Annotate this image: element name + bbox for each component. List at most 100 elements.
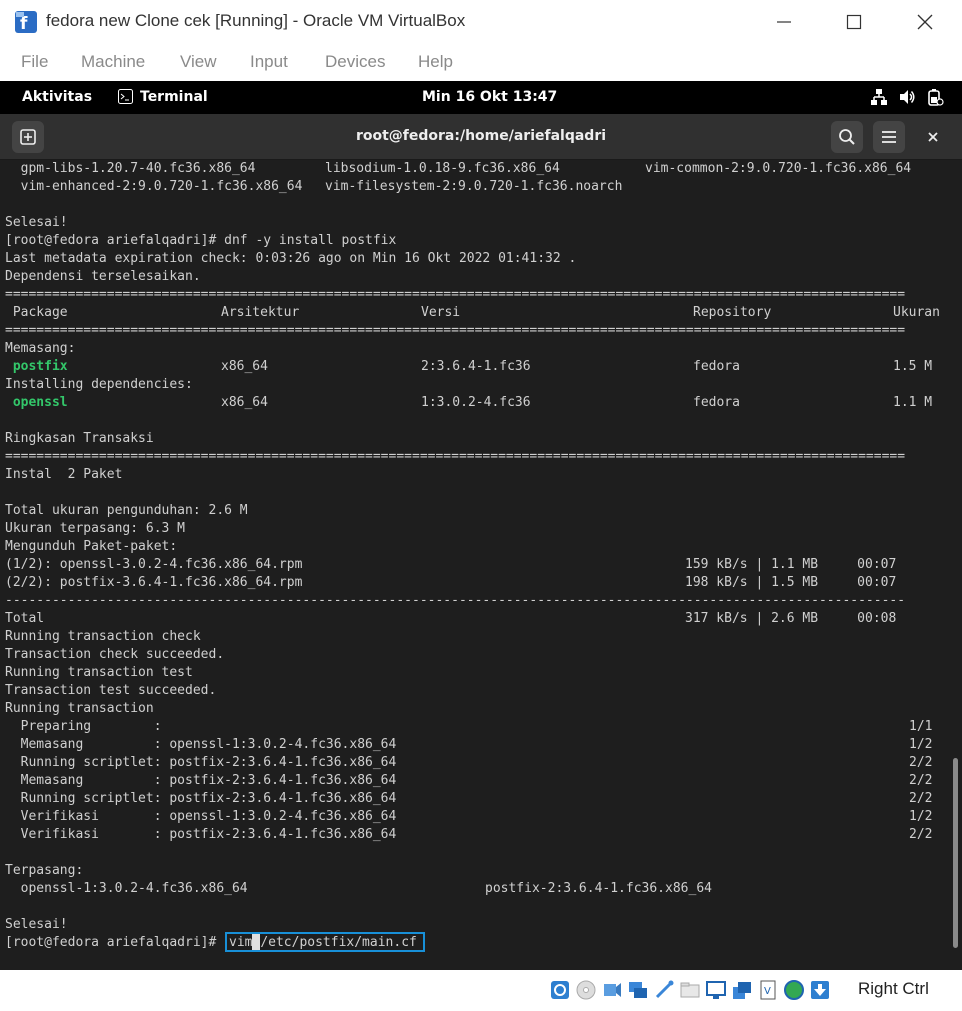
terminal-text: x86_64 xyxy=(221,359,268,374)
terminal-text: postfix xyxy=(5,359,68,374)
optical-drive-icon[interactable] xyxy=(574,978,598,1002)
terminal-text: Running transaction xyxy=(5,701,154,716)
hard-disk-icon[interactable] xyxy=(548,978,572,1002)
menu-help[interactable]: Help xyxy=(418,52,453,72)
minimize-button[interactable] xyxy=(761,6,807,38)
terminal-text: Repository xyxy=(693,305,772,320)
scrollbar-thumb[interactable] xyxy=(953,758,958,948)
terminal-text: [root@fedora ariefalqadri]# dnf -y insta… xyxy=(5,233,397,248)
menu-machine[interactable]: Machine xyxy=(81,52,145,72)
terminal-headerbar: root@fedora:/home/ariefalqadri xyxy=(0,114,962,160)
video-capture-icon[interactable] xyxy=(730,978,754,1002)
activities-button[interactable]: Aktivitas xyxy=(22,89,92,105)
menu-button[interactable] xyxy=(873,121,905,153)
shell-prompt: [root@fedora ariefalqadri]# xyxy=(5,935,225,950)
menu-file[interactable]: File xyxy=(21,52,48,72)
terminal-text: openssl xyxy=(5,395,68,410)
terminal-text: 2/2 xyxy=(909,755,933,770)
terminal-text: fedora xyxy=(693,359,740,374)
terminal-text: gpm-libs-1.20.7-40.fc36.x86_64 xyxy=(5,161,256,176)
volume-icon[interactable] xyxy=(898,88,916,110)
svg-text:V: V xyxy=(764,986,771,997)
terminal-text: 1:3.0.2-4.fc36 xyxy=(421,395,531,410)
window-title: fedora new Clone cek [Running] - Oracle … xyxy=(46,11,466,30)
shared-folders-icon[interactable] xyxy=(678,978,702,1002)
terminal-text: 1/1 xyxy=(909,719,933,734)
network-adapter-icon[interactable] xyxy=(626,978,650,1002)
mouse-integration-icon[interactable] xyxy=(782,978,806,1002)
terminal-text: x86_64 xyxy=(221,395,268,410)
virtualbox-app-icon: f xyxy=(14,10,38,34)
minimize-icon xyxy=(777,21,791,23)
terminal-text: ----------------------------------------… xyxy=(5,593,906,608)
vm-statusbar: V Right Ctrl xyxy=(0,970,962,1011)
app-menu-terminal[interactable]: Terminal xyxy=(140,89,208,105)
terminal-text: Dependensi terselesaikan. xyxy=(5,269,201,284)
window-titlebar: f fedora new Clone cek [Running] - Oracl… xyxy=(0,0,962,44)
usb-icon[interactable] xyxy=(652,978,676,1002)
terminal-text: Ukuran terpasang: 6.3 M xyxy=(5,521,186,536)
terminal-text: Total ukuran pengunduhan: 2.6 M xyxy=(5,503,248,518)
terminal-text: 2/2 xyxy=(909,827,933,842)
gnome-top-bar: Aktivitas Terminal Min 16 Okt 13:47 xyxy=(0,81,962,114)
terminal-text: Transaction test succeeded. xyxy=(5,683,217,698)
battery-icon[interactable] xyxy=(926,88,944,110)
menu-bar: File Machine View Input Devices Help xyxy=(0,44,962,82)
network-icon[interactable] xyxy=(870,88,888,110)
terminal-text: Memasang : postfix-2:3.6.4-1.fc36.x86_64 xyxy=(5,773,397,788)
terminal-text: (2/2): postfix-3.6.4-1.fc36.x86_64.rpm xyxy=(5,575,303,590)
close-icon xyxy=(928,132,938,142)
terminal-text: 2:3.6.4-1.fc36 xyxy=(421,359,531,374)
menu-view[interactable]: View xyxy=(180,52,217,72)
terminal-text: Mengunduh Paket-paket: xyxy=(5,539,178,554)
terminal-text: Transaction check succeeded. xyxy=(5,647,225,662)
terminal-text: 1.5 M xyxy=(893,359,933,374)
terminal-text: Terpasang: xyxy=(5,863,84,878)
terminal-text: Total xyxy=(5,611,45,626)
menu-input[interactable]: Input xyxy=(250,52,288,72)
keyboard-capture-icon[interactable] xyxy=(808,978,832,1002)
terminal-text: Package xyxy=(5,305,68,320)
terminal-text: 1/2 xyxy=(909,737,933,752)
terminal-text: libsodium-1.0.18-9.fc36.x86_64 xyxy=(325,161,560,176)
terminal-output[interactable]: gpm-libs-1.20.7-40.fc36.x86_64 libsodium-… xyxy=(0,160,948,970)
terminal-text: Versi xyxy=(421,305,461,320)
terminal-text: vim-enhanced-2:9.0.720-1.fc36.x86_64 xyxy=(5,179,303,194)
terminal-text: ========================================… xyxy=(5,287,906,302)
hamburger-menu-icon xyxy=(882,131,896,143)
terminal-text: Selesai! xyxy=(5,917,68,932)
terminal-text: Arsitektur xyxy=(221,305,300,320)
terminal-text: postfix-2:3.6.4-1.fc36.x86_64 xyxy=(485,881,712,896)
cpu-icon[interactable]: V xyxy=(756,978,780,1002)
audio-icon[interactable] xyxy=(600,978,624,1002)
terminal-text: fedora xyxy=(693,395,740,410)
search-button[interactable] xyxy=(831,121,863,153)
terminal-text: Memasang: xyxy=(5,341,76,356)
menu-devices[interactable]: Devices xyxy=(325,52,385,72)
terminal-text: 317 kB/s | 2.6 MB 00:08 xyxy=(685,611,897,626)
maximize-button[interactable] xyxy=(831,6,877,38)
terminal-scrollbar[interactable] xyxy=(948,160,962,970)
terminal-text: vim-filesystem-2:9.0.720-1.fc36.noarch xyxy=(325,179,623,194)
close-window-button[interactable] xyxy=(902,6,948,38)
terminal-text: 1/2 xyxy=(909,809,933,824)
terminal-text: 1.1 M xyxy=(893,395,933,410)
host-key-label: Right Ctrl xyxy=(858,979,929,998)
clock[interactable]: Min 16 Okt 13:47 xyxy=(422,89,557,105)
terminal-text: Verifikasi : postfix-2:3.6.4-1.fc36.x86_… xyxy=(5,827,397,842)
vm-display[interactable]: Aktivitas Terminal Min 16 Okt 13:47 root… xyxy=(0,81,962,970)
terminal-text: Installing dependencies: xyxy=(5,377,193,392)
close-terminal-button[interactable] xyxy=(924,128,942,146)
terminal-text: ========================================… xyxy=(5,449,906,464)
terminal-text: ========================================… xyxy=(5,323,906,338)
search-icon xyxy=(839,129,855,145)
terminal-text: Verifikasi : openssl-1:3.0.2-4.fc36.x86_… xyxy=(5,809,397,824)
terminal-text: 2/2 xyxy=(909,773,933,788)
terminal-text: Instal 2 Paket xyxy=(5,467,123,482)
terminal-text: (1/2): openssl-3.0.2-4.fc36.x86_64.rpm xyxy=(5,557,303,572)
display-icon[interactable] xyxy=(704,978,728,1002)
terminal-text: Running transaction check xyxy=(5,629,201,644)
terminal-text: 159 kB/s | 1.1 MB 00:07 xyxy=(685,557,897,572)
terminal-text: Running scriptlet: postfix-2:3.6.4-1.fc3… xyxy=(5,755,397,770)
terminal-text: vim-common-2:9.0.720-1.fc36.x86_64 xyxy=(645,161,912,176)
